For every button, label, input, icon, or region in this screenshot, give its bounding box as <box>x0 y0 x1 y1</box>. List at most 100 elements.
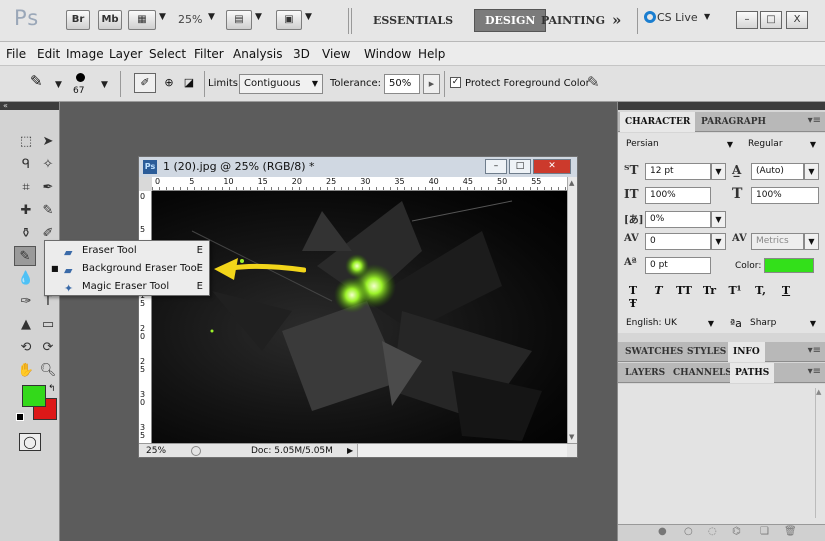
cs-live-menu[interactable]: CS Live <box>657 11 698 24</box>
new-path-icon[interactable]: ❏ <box>760 526 769 537</box>
all-caps-button[interactable]: TT <box>673 284 695 297</box>
brush-tool-icon[interactable]: ✎ <box>37 201 59 221</box>
panel-menu-icon[interactable]: ▾≡ <box>808 345 821 356</box>
menu-window[interactable]: Window <box>364 47 411 61</box>
tab-layers[interactable]: LAYERS <box>620 363 670 383</box>
horizontal-scrollbar[interactable] <box>357 444 567 457</box>
vertical-scrollbar[interactable]: ▲ ▼ <box>567 177 577 443</box>
workspace-design[interactable]: DESIGN <box>474 9 547 32</box>
font-style-select[interactable]: Regular ▼ <box>744 137 820 154</box>
tool-preset-picker[interactable]: ✎ <box>30 72 52 94</box>
kerning-input[interactable]: 0 <box>645 233 711 250</box>
crop-tool-icon[interactable]: ⌗ <box>15 178 37 198</box>
menu-layer[interactable]: Layer <box>109 47 142 61</box>
chevron-down-icon[interactable]: ▼ <box>55 80 62 90</box>
limits-select[interactable]: Contiguous ▼ <box>239 74 323 94</box>
workspace-painting[interactable]: PAINTING <box>541 14 605 27</box>
eraser-tool-icon[interactable]: ✎ <box>14 246 36 266</box>
tolerance-slider-button[interactable]: ▶ <box>423 74 440 94</box>
tab-swatches[interactable]: SWATCHES <box>620 342 688 362</box>
chevron-down-icon[interactable]: ▼ <box>704 12 710 21</box>
scroll-up-icon[interactable]: ▲ <box>569 179 574 187</box>
paths-scrollbar[interactable]: ▲ <box>815 388 823 518</box>
clone-stamp-icon[interactable]: ⚱ <box>15 224 37 244</box>
tab-channels[interactable]: CHANNELS <box>668 363 737 383</box>
menu-help[interactable]: Help <box>418 47 445 61</box>
delete-path-icon[interactable]: 🗑︎ <box>784 526 797 537</box>
hand-tool-icon[interactable]: ✋ <box>15 361 37 381</box>
lasso-tool-icon[interactable]: ᑫ <box>15 155 37 175</box>
faux-bold-button[interactable]: T <box>622 284 644 297</box>
quick-selection-icon[interactable]: ✧ <box>37 155 59 175</box>
sampling-continuous-icon[interactable]: ✐ <box>134 73 156 93</box>
brush-picker[interactable]: 67 <box>69 70 93 98</box>
3d-rotate-icon[interactable]: ⟲ <box>15 338 37 358</box>
language-select[interactable]: English: UK ▼ <box>622 316 718 333</box>
chevron-down-icon[interactable]: ▼ <box>711 211 726 228</box>
close-button[interactable]: X <box>786 11 808 29</box>
tab-styles[interactable]: STYLES <box>682 342 731 362</box>
chevron-down-icon[interactable]: ▼ <box>208 12 215 22</box>
small-caps-button[interactable]: Tr <box>699 284 721 297</box>
tab-info[interactable]: INFO <box>728 342 765 362</box>
chevron-down-icon[interactable]: ▼ <box>101 80 108 90</box>
faux-italic-button[interactable]: T <box>648 284 670 297</box>
menu-image[interactable]: Image <box>66 47 104 61</box>
superscript-button[interactable]: T¹ <box>724 284 746 297</box>
chevron-down-icon[interactable]: ▼ <box>255 12 262 22</box>
status-menu-arrow-icon[interactable]: ▶ <box>347 444 353 458</box>
scroll-down-icon[interactable]: ▼ <box>569 433 574 441</box>
chevron-down-icon[interactable]: ▼ <box>159 12 166 22</box>
zoom-level-select[interactable]: 25% <box>178 13 202 26</box>
menu-file[interactable]: File <box>6 47 26 61</box>
leading-input[interactable]: (Auto) <box>751 163 804 180</box>
underline-button[interactable]: T <box>775 284 797 297</box>
doc-close-button[interactable]: ✕ <box>533 159 571 174</box>
3d-orbit-icon[interactable]: ⟳ <box>37 338 59 358</box>
move-tool-icon[interactable]: ➤ <box>37 132 59 152</box>
horizontal-scale-input[interactable]: 100% <box>751 187 819 204</box>
view-extras-button[interactable]: ▦ <box>128 10 156 30</box>
arrange-documents-button[interactable]: ▤ <box>226 10 252 30</box>
sampling-background-swatch-icon[interactable]: ◪ <box>180 73 198 93</box>
foreground-color-swatch[interactable] <box>22 385 46 407</box>
rectangle-shape-icon[interactable]: ▭ <box>37 315 59 335</box>
make-work-path-icon[interactable]: ⌬ <box>732 526 741 537</box>
panels-collapse-bar[interactable] <box>618 102 825 110</box>
protect-foreground-checkbox[interactable]: ✓ <box>450 77 461 88</box>
chevron-down-icon[interactable]: ▼ <box>804 233 819 250</box>
font-size-input[interactable]: 12 pt <box>645 163 711 180</box>
chevron-down-icon[interactable]: ▼ <box>711 163 726 180</box>
menu-edit[interactable]: Edit <box>37 47 60 61</box>
menu-analysis[interactable]: Analysis <box>233 47 282 61</box>
flyout-eraser-tool[interactable]: ▰ Eraser Tool E <box>45 242 209 260</box>
fill-path-icon[interactable]: ● <box>658 526 667 537</box>
doc-maximize-button[interactable]: □ <box>509 159 531 174</box>
font-family-select[interactable]: Persian ▼ <box>622 137 737 154</box>
canvas-image[interactable] <box>152 191 567 443</box>
stroke-path-icon[interactable]: ○ <box>684 526 693 537</box>
sampling-once-icon[interactable]: ⊕ <box>160 73 178 93</box>
load-selection-icon[interactable]: ◌ <box>708 526 717 537</box>
chevron-down-icon[interactable]: ▼ <box>711 233 726 250</box>
toolbox-collapse-bar[interactable]: « <box>0 102 59 110</box>
screen-mode-button[interactable]: ▣ <box>276 10 302 30</box>
eyedropper-icon[interactable]: ✒ <box>37 178 59 198</box>
panel-menu-icon[interactable]: ▾≡ <box>808 366 821 377</box>
vertical-scale-input[interactable]: 100% <box>645 187 711 204</box>
zoom-tool-icon[interactable]: 🔍︎ <box>37 361 59 381</box>
doc-minimize-button[interactable]: – <box>485 159 507 174</box>
panel-menu-icon[interactable]: ▾≡ <box>808 115 821 126</box>
baseline-shift-input[interactable]: 0 pt <box>645 257 711 274</box>
anti-alias-select[interactable]: Sharp ▼ <box>746 316 820 333</box>
spot-healing-icon[interactable]: ✚ <box>15 201 37 221</box>
tab-paragraph[interactable]: PARAGRAPH <box>696 112 771 132</box>
subscript-button[interactable]: T, <box>750 284 772 297</box>
doc-zoom-field[interactable]: 25% <box>146 444 166 458</box>
flyout-background-eraser-tool[interactable]: ■ ▰ Background Eraser Tool E <box>45 260 209 278</box>
chevron-down-icon[interactable]: ▼ <box>305 12 312 22</box>
tablet-pressure-icon[interactable]: ✎ <box>587 73 600 91</box>
chevron-down-icon[interactable]: ▼ <box>804 163 819 180</box>
strikethrough-button[interactable]: Ŧ <box>622 297 644 310</box>
text-color-swatch[interactable] <box>764 258 814 273</box>
